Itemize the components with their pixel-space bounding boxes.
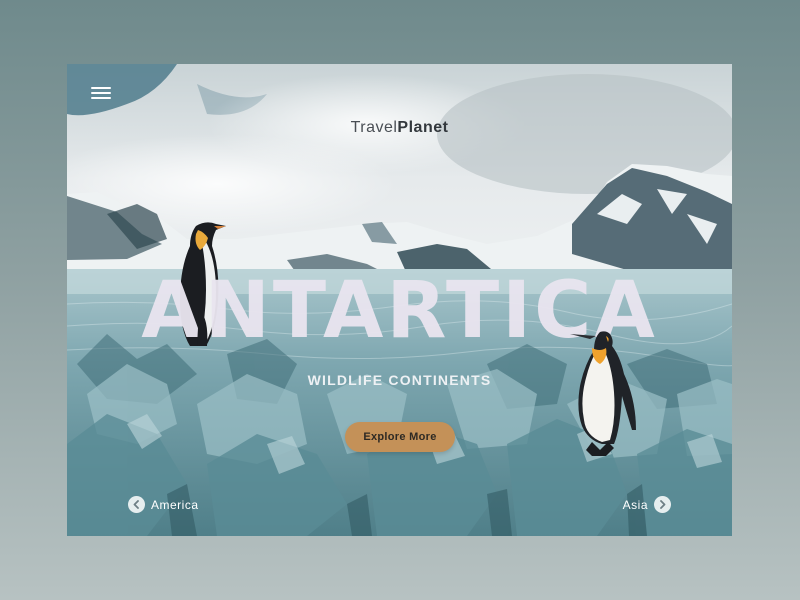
chevron-right-circle-icon[interactable] [654, 496, 671, 513]
explore-more-button[interactable]: Explore More [345, 422, 455, 452]
emperor-penguin-foreground [197, 310, 208, 346]
hero-subtitle: WILDLIFE CONTINENTS [307, 372, 492, 388]
brand-logo[interactable]: TravelPlanet [67, 119, 732, 137]
chevron-left-circle-icon[interactable] [128, 496, 145, 513]
hero-card: TravelPlanet ANTARTICA WILDLIFE CONTINEN… [67, 64, 732, 536]
prev-destination-link[interactable]: America [128, 496, 199, 513]
king-penguin-image [570, 331, 636, 456]
prev-destination-label: America [151, 497, 199, 512]
hamburger-menu-icon[interactable] [91, 84, 111, 102]
brand-logo-part1: Travel [350, 119, 398, 136]
next-destination-label: Asia [622, 497, 648, 512]
next-destination-link[interactable]: Asia [623, 496, 671, 513]
brand-logo-part2: Planet [397, 119, 449, 136]
